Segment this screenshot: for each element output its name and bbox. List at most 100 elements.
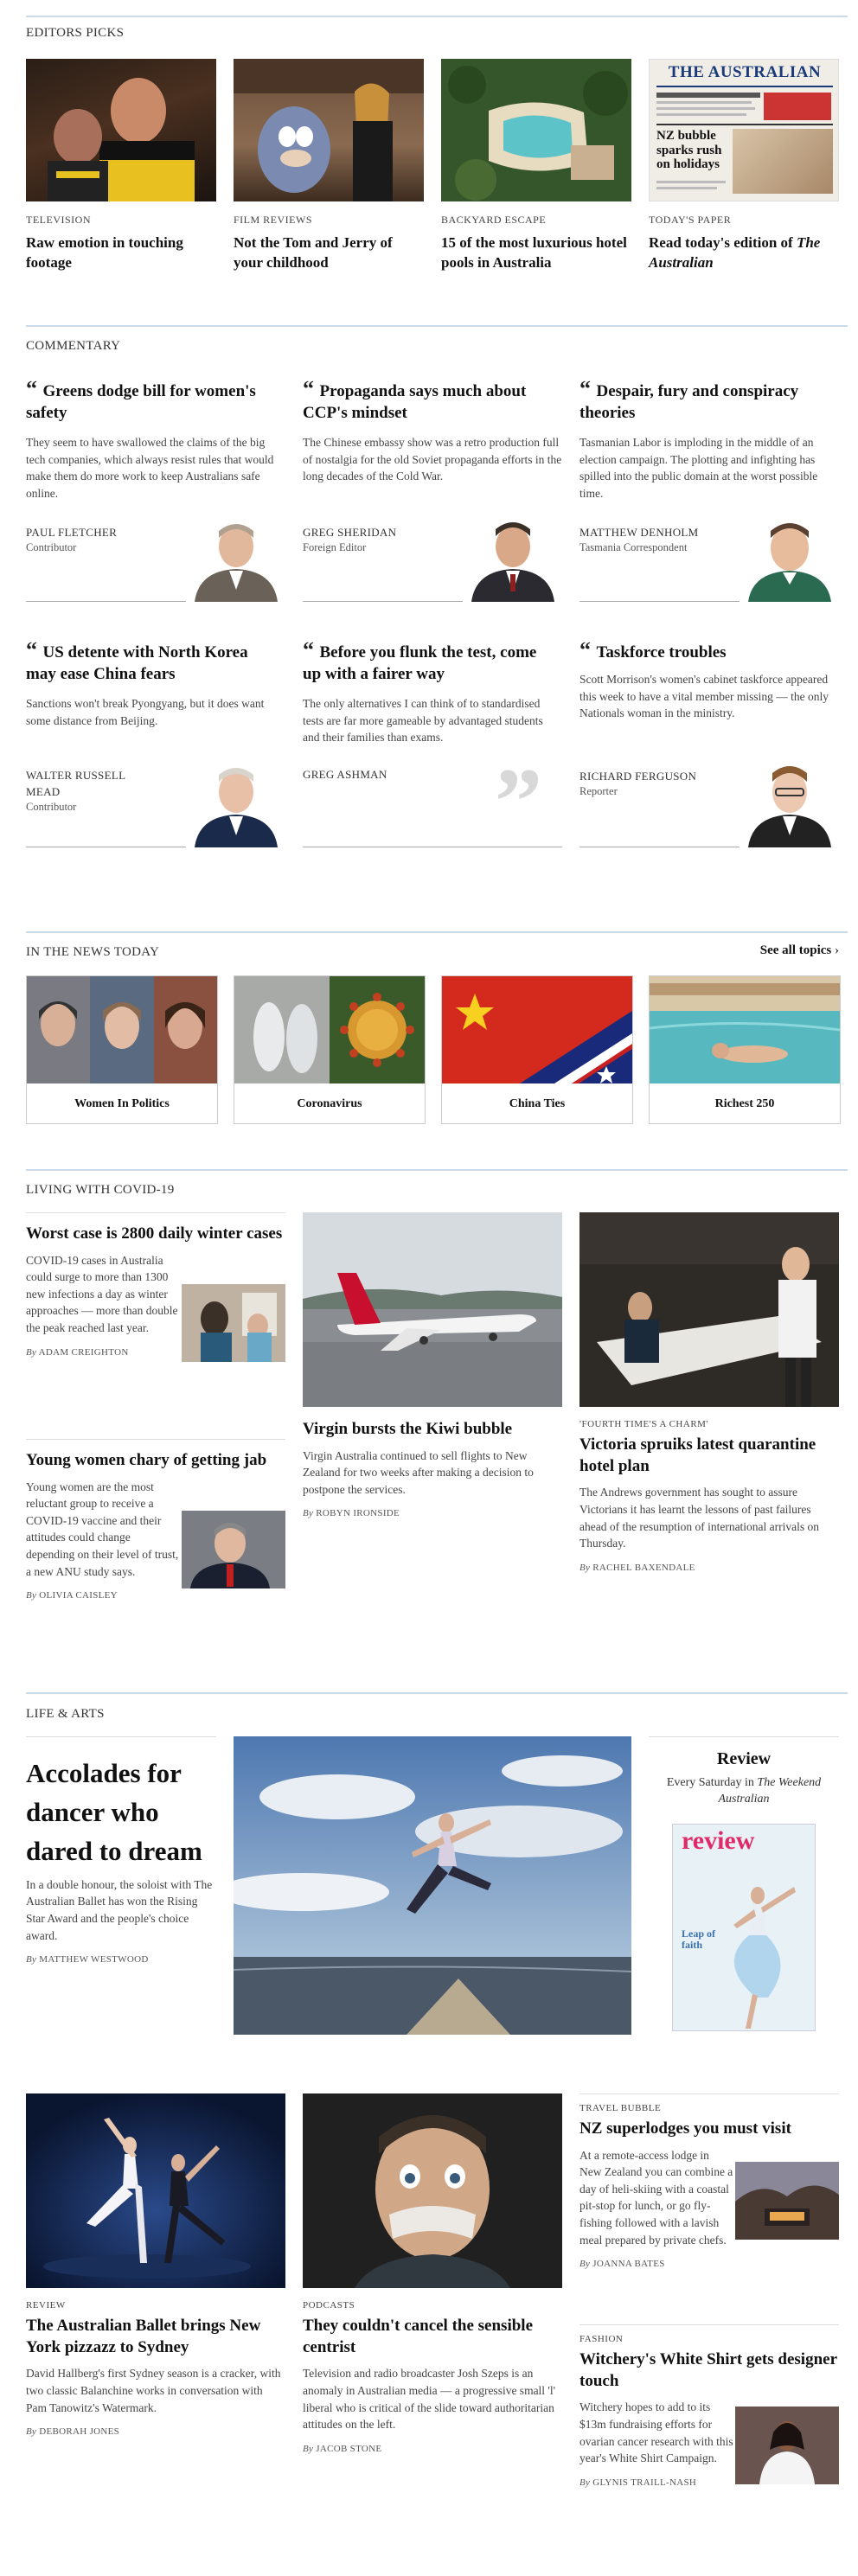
covid-story[interactable]: Worst case is 2800 daily winter cases CO… bbox=[26, 1212, 285, 1362]
quote-icon: “ bbox=[579, 637, 597, 662]
pick-image-todays-paper[interactable]: THE AUSTRALIAN NZ bubble sparks rush on … bbox=[649, 59, 839, 201]
section-heading-commentary: COMMENTARY bbox=[26, 339, 121, 353]
story-body: David Hallberg's first Sydney season is … bbox=[26, 2367, 281, 2414]
commentary-body: The Chinese embassy show was a retro pro… bbox=[303, 436, 562, 483]
pick-kicker: FILM REVIEWS bbox=[234, 214, 312, 226]
story-title: Victoria spruiks latest quarantine hotel… bbox=[579, 1435, 816, 1475]
pick-kicker: TELEVISION bbox=[26, 214, 91, 226]
author-role: Contributor bbox=[26, 541, 77, 553]
commentary-title: “ Despair, fury and conspiracy theories bbox=[579, 376, 799, 422]
topic-image bbox=[650, 976, 840, 1083]
covid-story-quarantine[interactable]: 'FOURTH TIME'S A CHARM' Victoria spruiks… bbox=[579, 1419, 839, 1573]
story-thumbnail bbox=[735, 2407, 839, 2484]
story-title: The Australian Ballet brings New York pi… bbox=[26, 2317, 261, 2356]
story-image-ballet[interactable] bbox=[26, 2093, 285, 2288]
commentary-card[interactable]: “ US detente with North Korea may ease C… bbox=[26, 637, 285, 847]
story-kicker: FASHION bbox=[579, 2334, 624, 2344]
story-kicker: PODCASTS bbox=[303, 2300, 355, 2311]
topic-image bbox=[442, 976, 632, 1083]
story-title: Witchery's White Shirt gets designer tou… bbox=[579, 2350, 837, 2390]
author-role: Tasmania Correspondent bbox=[579, 541, 688, 553]
arts-story-podcast[interactable]: PODCASTS They couldn't cancel the sensib… bbox=[303, 2300, 562, 2454]
lead-image-dancer[interactable] bbox=[234, 1736, 631, 2035]
story-image-podcast[interactable] bbox=[303, 2093, 562, 2288]
story-body: The Andrews government has sought to ass… bbox=[579, 1486, 820, 1550]
author-name: RICHARD FERGUSON bbox=[579, 770, 697, 783]
commentary-title: “ US detente with North Korea may ease C… bbox=[26, 637, 248, 683]
lead-story[interactable]: Accolades for dancer who dared to dream … bbox=[26, 1736, 216, 1965]
story-byline: By RACHEL BAXENDALE bbox=[579, 1562, 695, 1573]
commentary-card[interactable]: “ Before you flunk the test, come up wit… bbox=[303, 637, 562, 854]
chevron-right-icon: › bbox=[835, 943, 839, 957]
pick-title[interactable]: 15 of the most luxurious hotel pools in … bbox=[441, 233, 631, 273]
story-byline: By ROBYN IRONSIDE bbox=[303, 1508, 400, 1519]
avatar bbox=[740, 512, 839, 602]
avatar bbox=[740, 757, 839, 847]
commentary-card[interactable]: “ Despair, fury and conspiracy theories … bbox=[579, 376, 839, 602]
story-byline: By DEBORAH JONES bbox=[26, 2426, 120, 2438]
author-name: GREG ASHMAN bbox=[303, 768, 387, 781]
story-image-virgin[interactable] bbox=[303, 1212, 562, 1407]
large-quote-icon: ” bbox=[495, 749, 542, 854]
story-body: Television and radio broadcaster Josh Sz… bbox=[303, 2367, 556, 2432]
commentary-card[interactable]: “ Taskforce troubles Scott Morrison's wo… bbox=[579, 637, 839, 847]
review-cover: review Leap of faith bbox=[672, 1824, 816, 2031]
pick-title[interactable]: Read today's edition of The Australian bbox=[649, 233, 839, 273]
see-all-topics-link[interactable]: See all topics › bbox=[718, 943, 839, 958]
lead-body: In a double honour, the soloist with The… bbox=[26, 1877, 213, 1942]
commentary-card[interactable]: “ Propaganda says much about CCP's minds… bbox=[303, 376, 562, 602]
pick-kicker: TODAY'S PAPER bbox=[649, 214, 732, 226]
topic-label: Richest 250 bbox=[714, 1097, 775, 1110]
quote-icon: “ bbox=[579, 376, 597, 401]
topic-card-coronavirus[interactable]: Coronavirus bbox=[234, 975, 426, 1124]
author-name: WALTER RUSSELL MEAD bbox=[26, 769, 125, 798]
commentary-body: Scott Morrison's women's cabinet taskfor… bbox=[579, 673, 829, 720]
commentary-body: Sanctions won't break Pyongyang, but it … bbox=[26, 697, 265, 727]
lead-byline: By MATTHEW WESTWOOD bbox=[26, 1954, 149, 1966]
covid-story[interactable]: Young women chary of getting jab Young w… bbox=[26, 1439, 285, 1601]
review-subtitle: Every Saturday in The Weekend Australian bbox=[666, 1776, 822, 1806]
author-role: Contributor bbox=[26, 801, 77, 813]
pick-image-television[interactable] bbox=[26, 59, 216, 201]
story-image-quarantine[interactable] bbox=[579, 1212, 839, 1407]
pick-image-film[interactable] bbox=[234, 59, 424, 201]
topic-card-women-in-politics[interactable]: Women In Politics bbox=[26, 975, 218, 1124]
commentary-body: They seem to have swallowed the claims o… bbox=[26, 436, 274, 500]
review-promo[interactable]: Review Every Saturday in The Weekend Aus… bbox=[649, 1736, 839, 2035]
topic-card-china-ties[interactable]: China Ties bbox=[441, 975, 633, 1124]
story-title: Virgin bursts the Kiwi bubble bbox=[303, 1420, 513, 1438]
commentary-card[interactable]: “ Greens dodge bill for women's safety T… bbox=[26, 378, 285, 602]
story-body: Virgin Australia continued to sell fligh… bbox=[303, 1448, 534, 1496]
arts-story-ballet[interactable]: REVIEW The Australian Ballet brings New … bbox=[26, 2300, 285, 2437]
quote-icon: “ bbox=[26, 637, 43, 662]
story-title: NZ superlodges you must visit bbox=[579, 2119, 791, 2138]
quote-icon: “ bbox=[303, 376, 320, 401]
topic-label: China Ties bbox=[509, 1097, 566, 1110]
story-byline: By JOANNA BATES bbox=[579, 2259, 665, 2270]
story-byline: By JACOB STONE bbox=[303, 2443, 382, 2454]
story-byline: By OLIVIA CAISLEY bbox=[26, 1590, 118, 1601]
commentary-title: “ Propaganda says much about CCP's minds… bbox=[303, 376, 527, 422]
commentary-title: “ Before you flunk the test, come up wit… bbox=[303, 637, 537, 683]
story-body: Young women are the most reluctant group… bbox=[26, 1480, 179, 1578]
pick-title-text: Read today's edition of bbox=[649, 234, 793, 251]
topic-image bbox=[234, 976, 425, 1083]
story-title: They couldn't cancel the sensible centri… bbox=[303, 2317, 534, 2356]
author-name: MATTHEW DENHOLM bbox=[579, 526, 699, 539]
section-heading-covid: LIVING WITH COVID-19 bbox=[26, 1183, 175, 1197]
pick-title[interactable]: Raw emotion in touching footage bbox=[26, 233, 221, 273]
story-kicker: 'FOURTH TIME'S A CHARM' bbox=[579, 1419, 708, 1429]
covid-story-virgin[interactable]: Virgin bursts the Kiwi bubble Virgin Aus… bbox=[303, 1419, 562, 1518]
arts-story-travel[interactable]: TRAVEL BUBBLE NZ superlodges you must vi… bbox=[579, 2093, 839, 2269]
section-heading-in-the-news: IN THE NEWS TODAY bbox=[26, 945, 160, 959]
arts-story-fashion[interactable]: FASHION Witchery's White Shirt gets desi… bbox=[579, 2324, 839, 2488]
story-thumbnail bbox=[182, 1284, 285, 1362]
pick-title[interactable]: Not the Tom and Jerry of your childhood bbox=[234, 233, 424, 273]
pick-image-pool[interactable] bbox=[441, 59, 631, 201]
commentary-title: “ Taskforce troubles bbox=[579, 637, 727, 662]
avatar bbox=[186, 757, 285, 847]
story-body: COVID-19 cases in Australia could surge … bbox=[26, 1253, 178, 1334]
see-all-label: See all topics bbox=[759, 943, 832, 957]
topic-card-richest-250[interactable]: Richest 250 bbox=[649, 975, 841, 1124]
story-body: At a remote-access lodge in New Zealand … bbox=[579, 2148, 733, 2247]
